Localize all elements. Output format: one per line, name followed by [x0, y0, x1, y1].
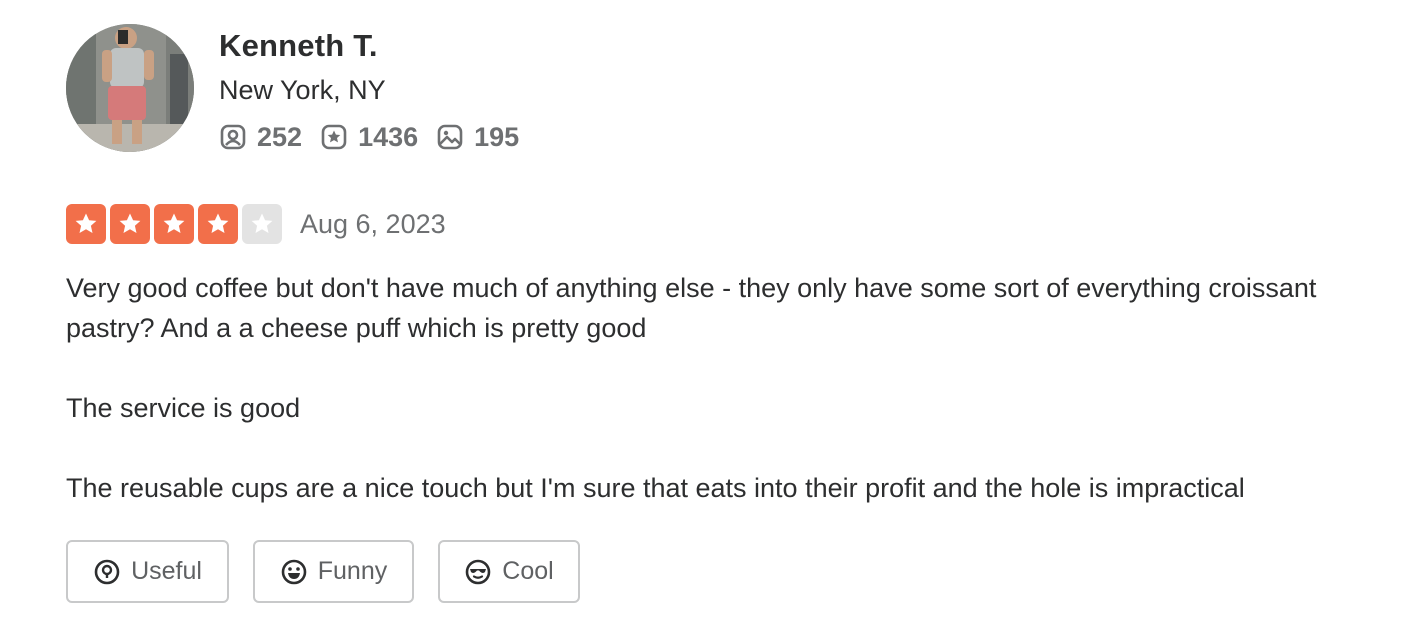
user-stats: 252 1436 195: [219, 120, 537, 154]
friends-stat: 252: [219, 122, 302, 153]
friends-icon: [220, 124, 246, 150]
laughing-face-icon: [281, 559, 307, 584]
photos-count: 195: [474, 121, 520, 152]
star-empty-icon: [242, 204, 282, 244]
review-paragraph: The reusable cups are a nice touch but I…: [66, 473, 1245, 503]
review-star-icon: [321, 124, 347, 150]
sunglasses-face-icon: [465, 559, 491, 584]
avatar-photo: [66, 24, 194, 152]
cool-label: Cool: [502, 557, 554, 585]
star-filled-icon: [154, 204, 194, 244]
photos-stat: 195: [436, 122, 519, 153]
reviews-stat: 1436: [320, 122, 418, 153]
useful-button[interactable]: Useful: [66, 540, 229, 603]
review-date: Aug 6, 2023: [300, 208, 446, 239]
user-location: New York, NY: [219, 75, 386, 105]
friends-count: 252: [257, 121, 303, 152]
star-filled-icon: [66, 204, 106, 244]
funny-button[interactable]: Funny: [253, 540, 414, 603]
star-rating: [66, 204, 286, 244]
review-text: Very good coffee but don't have much of …: [66, 268, 1396, 548]
useful-label: Useful: [131, 557, 202, 585]
star-filled-icon: [110, 204, 150, 244]
photo-icon: [437, 124, 463, 150]
lightbulb-icon: [94, 559, 120, 584]
star-filled-icon: [198, 204, 238, 244]
review-paragraph: The service is good: [66, 393, 301, 423]
rating-row: Aug 6, 2023: [66, 204, 446, 244]
reviews-count: 1436: [358, 121, 419, 152]
cool-button[interactable]: Cool: [438, 540, 580, 603]
user-name[interactable]: Kenneth T.: [219, 28, 378, 64]
review-paragraph: Very good coffee but don't have much of …: [66, 273, 1317, 343]
review-card: Kenneth T. New York, NY 252 1436 195 Aug…: [0, 0, 1428, 630]
user-avatar[interactable]: [66, 24, 194, 152]
funny-label: Funny: [317, 557, 388, 585]
reaction-buttons: Useful Funny Cool: [66, 540, 604, 603]
